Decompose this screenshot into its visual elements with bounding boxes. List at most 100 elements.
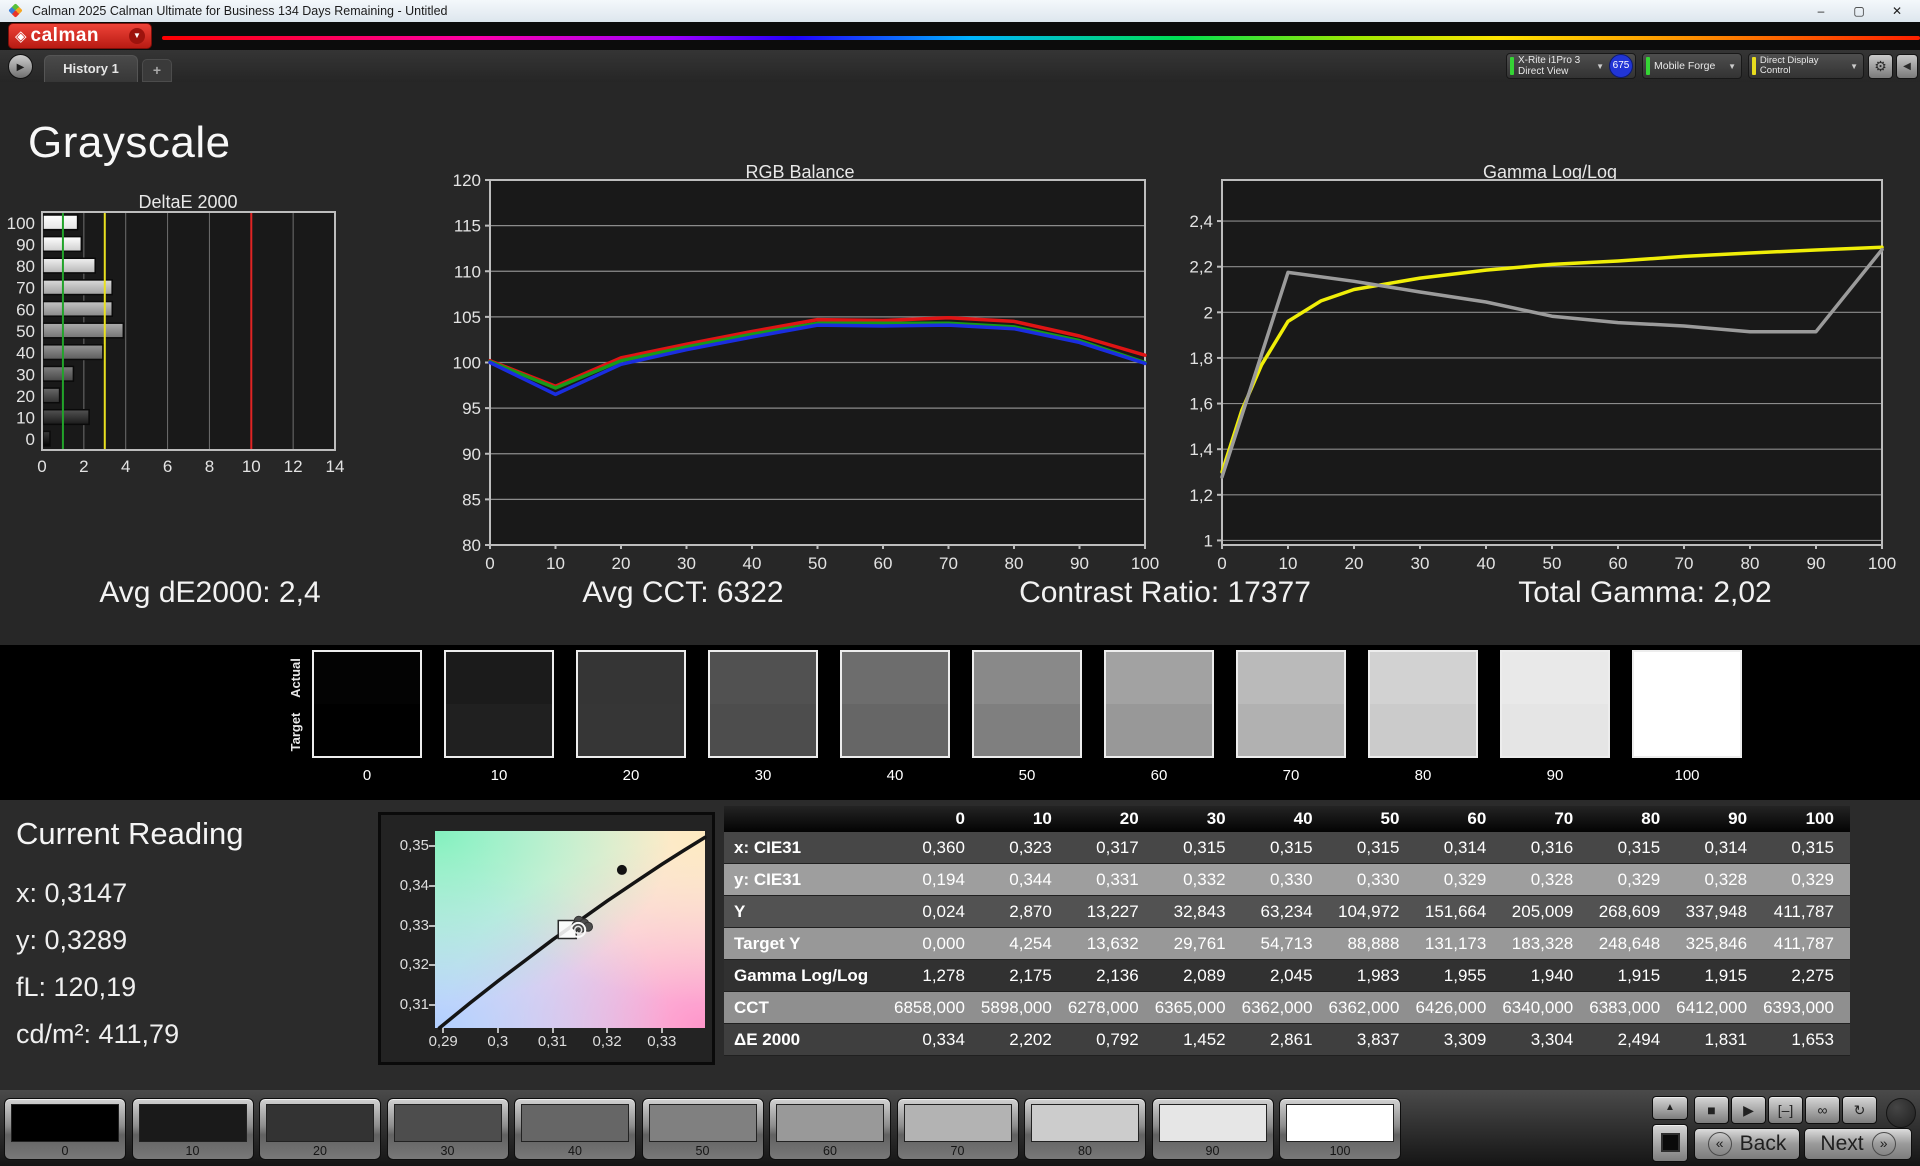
table-value-cell: 0,328 [1530, 869, 1574, 889]
svg-text:0: 0 [485, 554, 494, 573]
table-column-header: 10 [980, 806, 1068, 832]
table-value-cell: 2,861 [1269, 1029, 1313, 1049]
calman-logo-text: calman [30, 25, 100, 46]
tab-history-1[interactable]: History 1 [44, 55, 138, 82]
table-value-cell: 268,609 [1598, 901, 1661, 921]
cie-y-tick [429, 845, 435, 848]
table-value-cell: 1,983 [1356, 965, 1400, 985]
reading-x: x: 0,3147 [16, 878, 128, 908]
table-value-cell: 13,632 [1086, 933, 1139, 953]
pattern-level-button[interactable]: 20 [259, 1098, 381, 1160]
pattern-level-label: 70 [950, 1144, 965, 1158]
meter-dropdown-xrite[interactable]: X-Rite i1Pro 3 Direct View ▼ 675 [1506, 53, 1636, 79]
pattern-level-button[interactable]: 90 [1151, 1098, 1274, 1160]
svg-text:2: 2 [79, 457, 88, 476]
back-button[interactable]: « Back [1694, 1128, 1800, 1160]
pattern-swatch [521, 1104, 629, 1142]
loop-icon: ∞ [1817, 1102, 1828, 1118]
swatch-actual-half [1502, 652, 1608, 704]
cie-chart [435, 831, 707, 1030]
play-button[interactable]: ▶ [1731, 1096, 1766, 1124]
svg-text:10: 10 [242, 457, 261, 476]
table-value-cell: 0,323 [1009, 837, 1052, 857]
calman-menu-button[interactable]: ◈ calman ▼ [8, 23, 152, 49]
table-value-cell: 325,846 [1685, 933, 1748, 953]
stop-button[interactable]: ■ [1694, 1096, 1729, 1124]
pattern-level-button[interactable]: 60 [769, 1098, 891, 1160]
table-value-cell: 0,315 [1617, 837, 1661, 857]
cie-x-tick [496, 1028, 499, 1033]
minimize-button[interactable]: – [1802, 0, 1840, 22]
svg-text:2,2: 2,2 [1189, 258, 1213, 277]
table-value-cell: 2,202 [1009, 1029, 1052, 1049]
pattern-swatch [903, 1104, 1012, 1142]
svg-text:8: 8 [205, 457, 214, 476]
pattern-level-button[interactable]: 10 [131, 1098, 254, 1160]
record-indicator[interactable] [1886, 1098, 1916, 1128]
expand-up-button[interactable]: ▲ [1652, 1096, 1688, 1120]
pattern-level-button[interactable]: 100 [1279, 1098, 1401, 1160]
stop-measure-button[interactable] [1652, 1124, 1688, 1162]
swatch-actual-half [314, 652, 420, 704]
refresh-button[interactable]: ↻ [1842, 1096, 1877, 1124]
chevron-down-icon: ▼ [129, 28, 145, 44]
close-button[interactable]: ✕ [1878, 0, 1916, 22]
readings-section: Current Reading x: 0,3147 y: 0,3289 fL: … [0, 800, 1920, 1090]
svg-text:80: 80 [462, 536, 481, 555]
svg-text:0: 0 [37, 457, 46, 476]
pattern-level-button[interactable]: 70 [896, 1098, 1019, 1160]
table-column-header: 0 [894, 806, 981, 832]
table-value-cell: 0,314 [1443, 837, 1487, 857]
svg-text:0: 0 [26, 430, 35, 449]
svg-text:70: 70 [939, 554, 958, 573]
table-value-cell: 32,843 [1173, 901, 1226, 921]
pattern-level-label: 100 [1329, 1144, 1351, 1158]
swatch-target-half [1502, 704, 1608, 756]
loop-button[interactable]: ∞ [1805, 1096, 1840, 1124]
pattern-swatch [1031, 1104, 1139, 1142]
collapse-panel-button[interactable]: ◀ [1896, 54, 1918, 79]
pattern-level-button[interactable]: 30 [386, 1098, 509, 1160]
stat-contrast-ratio: Contrast Ratio: 17377 [1019, 576, 1311, 609]
svg-text:1,2: 1,2 [1189, 486, 1213, 505]
table-row-label: Y [734, 901, 746, 921]
pattern-level-button[interactable]: 0 [4, 1098, 126, 1160]
pattern-level-button[interactable]: 40 [514, 1098, 636, 1160]
stat-total-gamma: Total Gamma: 2,02 [1518, 576, 1772, 609]
table-column-header: 20 [1067, 806, 1155, 832]
stat-avg-de2000: Avg dE2000: 2,4 [99, 576, 321, 609]
pattern-source-dropdown[interactable]: Mobile Forge ▼ [1642, 53, 1742, 79]
meter-line2: Direct View [1518, 66, 1569, 77]
table-value-cell: 2,275 [1791, 965, 1834, 985]
svg-text:50: 50 [1543, 554, 1562, 573]
cie-x-tick [442, 1028, 445, 1033]
table-row: x: CIE31 0,360 0,323 0,317 0,315 0,315 0,315 0,… [724, 832, 1850, 864]
svg-text:12: 12 [284, 457, 303, 476]
next-button[interactable]: Next » [1804, 1128, 1912, 1160]
table-value-cell: 411,787 [1773, 933, 1834, 953]
table-value-cell: 6362,000 [1328, 997, 1400, 1017]
interval-button[interactable]: [–] [1768, 1096, 1803, 1124]
table-row: Target Y 0,000 4,254 13,632 29,761 54,713 88,8… [724, 927, 1850, 960]
pattern-level-label: 20 [313, 1144, 327, 1158]
table-value-cell: 6365,000 [1154, 997, 1226, 1017]
pattern-level-button[interactable]: 80 [1024, 1098, 1146, 1160]
pattern-level-button[interactable]: 50 [641, 1098, 764, 1160]
add-tab-button[interactable]: + [142, 59, 172, 82]
grayscale-swatch [1632, 650, 1742, 758]
swatch-actual-half [974, 652, 1080, 704]
table-column-header: 90 [1676, 806, 1764, 832]
svg-text:110: 110 [454, 262, 481, 281]
table-value-cell: 0,315 [1356, 837, 1400, 857]
table-column-header: 50 [1328, 806, 1416, 832]
svg-text:6: 6 [163, 457, 172, 476]
svg-text:100: 100 [1868, 554, 1896, 573]
display-control-dropdown[interactable]: Direct Display Control ▼ [1748, 53, 1864, 79]
table-value-cell: 54,713 [1260, 933, 1313, 953]
table-value-cell: 183,328 [1511, 933, 1574, 953]
svg-text:50: 50 [16, 322, 35, 341]
table-value-cell: 1,915 [1617, 965, 1661, 985]
maximize-button[interactable]: ▢ [1840, 0, 1878, 22]
settings-button[interactable]: ⚙ [1868, 54, 1893, 79]
tab-scroll-button[interactable]: ▶ [8, 54, 33, 79]
